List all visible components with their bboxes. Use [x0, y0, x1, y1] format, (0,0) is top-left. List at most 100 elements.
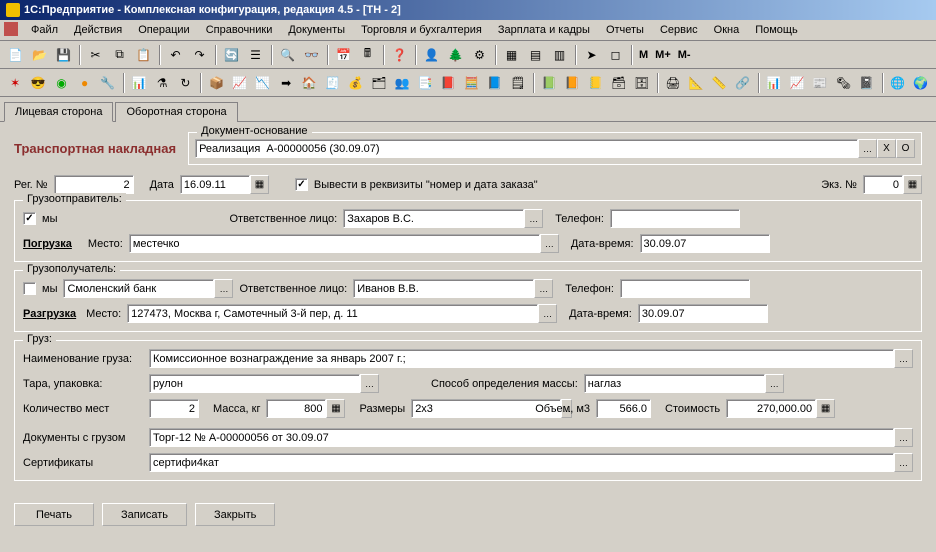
- tab-back-side[interactable]: Оборотная сторона: [115, 102, 237, 122]
- tb-mem-m[interactable]: M: [636, 49, 651, 61]
- tb-list-icon[interactable]: ☰: [244, 44, 267, 66]
- cargo-massmethod-pick-button[interactable]: [765, 374, 784, 393]
- receiver-we-checkbox[interactable]: [23, 282, 36, 295]
- cargo-mass-input[interactable]: [266, 399, 326, 418]
- cargo-mass-button[interactable]: [326, 399, 345, 418]
- tb-settings-icon[interactable]: ⚙: [468, 44, 491, 66]
- tb2-icon-11[interactable]: 📉: [252, 72, 274, 94]
- tb-grid2-icon[interactable]: ▤: [524, 44, 547, 66]
- tb2-icon-20[interactable]: 🧮: [461, 72, 483, 94]
- tb2-icon-16[interactable]: 🗂: [368, 72, 390, 94]
- menu-actions[interactable]: Действия: [67, 22, 129, 38]
- tb2-icon-15[interactable]: 💰: [345, 72, 367, 94]
- cargo-docs-input[interactable]: [149, 428, 894, 447]
- tb2-icon-7[interactable]: ⚗: [151, 72, 173, 94]
- tb2-icon-28[interactable]: 🖨: [662, 72, 684, 94]
- menu-hr[interactable]: Зарплата и кадры: [491, 22, 597, 38]
- tb2-icon-27[interactable]: 🗄: [631, 72, 653, 94]
- tb2-icon-4[interactable]: ●: [74, 72, 96, 94]
- tb-tree-icon[interactable]: 🌲: [444, 44, 467, 66]
- tb-cut-icon[interactable]: ✂: [84, 44, 107, 66]
- tb-mem-mplus[interactable]: M+: [652, 49, 674, 61]
- tb-grid3-icon[interactable]: ▥: [548, 44, 571, 66]
- sender-we-checkbox[interactable]: [23, 212, 36, 225]
- tb2-icon-22[interactable]: 🗒: [507, 72, 529, 94]
- menu-reports[interactable]: Отчеты: [599, 22, 651, 38]
- tb-undo-icon[interactable]: ↶: [164, 44, 187, 66]
- tb2-icon-34[interactable]: 📰: [809, 72, 831, 94]
- receiver-resp-pick-button[interactable]: [534, 279, 553, 298]
- receiver-place-pick-button[interactable]: [538, 304, 557, 323]
- tb2-icon-21[interactable]: 📘: [484, 72, 506, 94]
- tb-calendar-icon[interactable]: 📅: [332, 44, 355, 66]
- reg-no-input[interactable]: [54, 175, 134, 194]
- basis-input[interactable]: [195, 139, 858, 158]
- receiver-org-pick-button[interactable]: [214, 279, 233, 298]
- tb2-icon-36[interactable]: 📓: [855, 72, 877, 94]
- cargo-cost-input[interactable]: [726, 399, 816, 418]
- tb2-icon-32[interactable]: 📊: [763, 72, 785, 94]
- tab-front-side[interactable]: Лицевая сторона: [4, 102, 113, 122]
- tb2-icon-33[interactable]: 📈: [786, 72, 808, 94]
- tb-arrow-icon[interactable]: ➤: [580, 44, 603, 66]
- close-button[interactable]: Закрыть: [195, 503, 275, 526]
- menu-trade-accounting[interactable]: Торговля и бухгалтерия: [354, 22, 489, 38]
- tb-grid1-icon[interactable]: ▦: [500, 44, 523, 66]
- tb2-icon-29[interactable]: 📐: [685, 72, 707, 94]
- basis-open-button[interactable]: [896, 139, 915, 158]
- tb2-world-icon[interactable]: 🌍: [910, 72, 932, 94]
- cargo-docs-pick-button[interactable]: [894, 428, 913, 447]
- sender-load-link[interactable]: Погрузка: [23, 238, 72, 250]
- tb2-icon-1[interactable]: ✶: [4, 72, 26, 94]
- tb-find-icon[interactable]: 🔍: [276, 44, 299, 66]
- receiver-dt-input[interactable]: [638, 304, 768, 323]
- menu-service[interactable]: Сервис: [653, 22, 705, 38]
- tb2-icon-3[interactable]: ◉: [50, 72, 72, 94]
- menu-file[interactable]: Файл: [24, 22, 65, 38]
- tb2-icon-12[interactable]: ➡: [275, 72, 297, 94]
- tb-open-icon[interactable]: 📂: [28, 44, 51, 66]
- tb2-icon-14[interactable]: 🧾: [321, 72, 343, 94]
- tb2-icon-2[interactable]: 😎: [27, 72, 49, 94]
- cargo-volume-input[interactable]: [596, 399, 651, 418]
- copy-no-button[interactable]: [903, 175, 922, 194]
- print-button[interactable]: Печать: [14, 503, 94, 526]
- tb-mem-mminus[interactable]: M-: [675, 49, 694, 61]
- receiver-phone-input[interactable]: [620, 279, 750, 298]
- menu-documents[interactable]: Документы: [281, 22, 352, 38]
- tb2-icon-8[interactable]: ↻: [174, 72, 196, 94]
- tb-help-icon[interactable]: ❓: [388, 44, 411, 66]
- receiver-unload-link[interactable]: Разгрузка: [23, 308, 76, 320]
- tb-new-icon[interactable]: 📄: [4, 44, 27, 66]
- cargo-cert-input[interactable]: [149, 453, 894, 472]
- cargo-massmethod-input[interactable]: [584, 374, 765, 393]
- system-menu-icon[interactable]: [4, 22, 18, 36]
- menu-operations[interactable]: Операции: [131, 22, 196, 38]
- tb2-icon-26[interactable]: 🗃: [608, 72, 630, 94]
- tb-user-icon[interactable]: 👤: [420, 44, 443, 66]
- receiver-place-input[interactable]: [127, 304, 538, 323]
- receiver-resp-input[interactable]: [353, 279, 534, 298]
- tb2-icon-17[interactable]: 👥: [391, 72, 413, 94]
- tb2-icon-10[interactable]: 📈: [229, 72, 251, 94]
- tb2-icon-18[interactable]: 📑: [414, 72, 436, 94]
- sender-place-pick-button[interactable]: [540, 234, 559, 253]
- sender-resp-input[interactable]: [343, 209, 524, 228]
- tb2-icon-13[interactable]: 🏠: [298, 72, 320, 94]
- show-requisites-checkbox[interactable]: [295, 178, 308, 191]
- date-calendar-button[interactable]: [250, 175, 269, 194]
- sender-dt-input[interactable]: [640, 234, 770, 253]
- tb2-icon-9[interactable]: 📦: [205, 72, 227, 94]
- tb2-icon-35[interactable]: 🗞: [832, 72, 854, 94]
- tb2-icon-23[interactable]: 📗: [538, 72, 560, 94]
- cargo-cost-button[interactable]: [816, 399, 835, 418]
- save-button[interactable]: Записать: [102, 503, 187, 526]
- date-input[interactable]: [180, 175, 250, 194]
- receiver-org-input[interactable]: [63, 279, 214, 298]
- tb2-icon-19[interactable]: 📕: [437, 72, 459, 94]
- tb2-icon-5[interactable]: 🔧: [97, 72, 119, 94]
- tb-box-icon[interactable]: ◻: [604, 44, 627, 66]
- tb-binoculars-icon[interactable]: 👓: [300, 44, 323, 66]
- tb2-globe-icon[interactable]: 🌐: [887, 72, 909, 94]
- tb2-icon-24[interactable]: 📙: [561, 72, 583, 94]
